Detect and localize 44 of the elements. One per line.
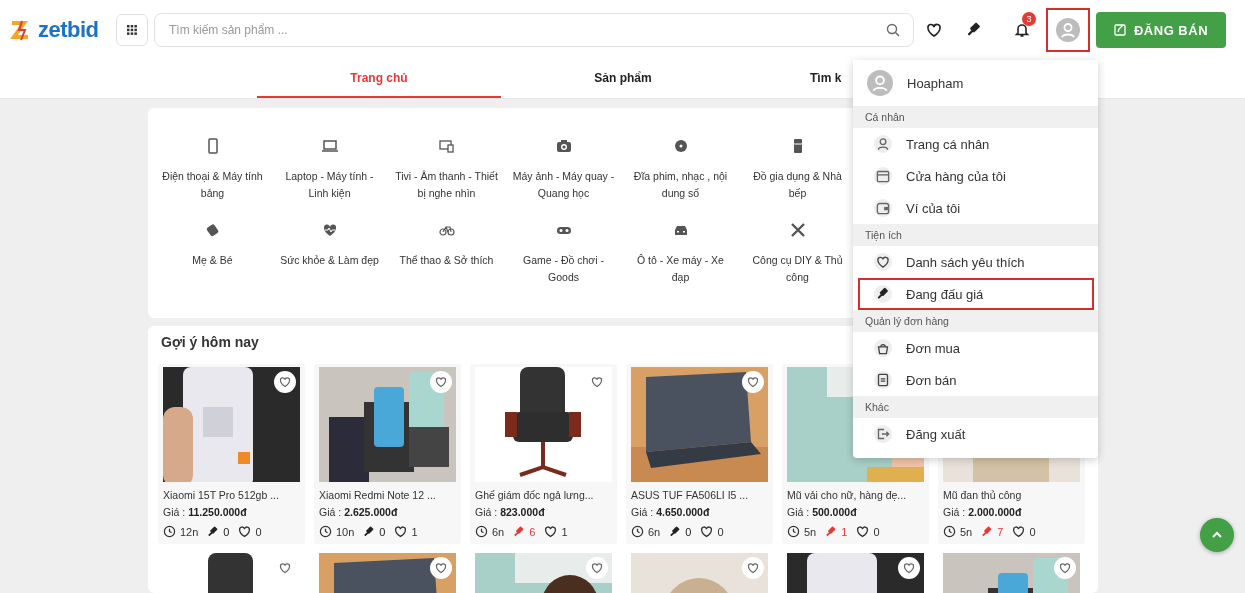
bid-count: 0 xyxy=(379,525,386,538)
product-name: Mũ vải cho nữ, hàng đẹ... xyxy=(787,489,908,501)
bid-count: 6 xyxy=(529,525,536,538)
price-value: 2.000.000đ xyxy=(968,506,1022,518)
price-label: Giá : xyxy=(631,506,654,518)
time-left: 6n xyxy=(492,525,505,538)
bid-count: 7 xyxy=(997,525,1004,538)
price-value: 11.250.000đ xyxy=(188,506,247,518)
like-count: 0 xyxy=(717,525,724,538)
like-count: 1 xyxy=(411,525,418,538)
notification-badge: 3 xyxy=(1022,12,1036,26)
bid-count: 0 xyxy=(685,525,692,538)
like-count: 0 xyxy=(873,525,880,538)
price-label: Giá : xyxy=(475,506,498,518)
menu-section-header: Quản lý đơn hàng xyxy=(853,310,1098,332)
like-count: 0 xyxy=(255,525,262,538)
menu-section-header: Khác xyxy=(853,396,1098,418)
time-left: 5n xyxy=(804,525,817,538)
logo-text: zetbid xyxy=(38,17,99,43)
price-value: 823.000đ xyxy=(500,506,545,518)
product-name: ASUS TUF FA506LI I5 ... xyxy=(631,489,750,501)
bid-count: 0 xyxy=(223,525,230,538)
price-label: Giá : xyxy=(319,506,342,518)
product-name: Ghế giám đốc ngả lưng... xyxy=(475,489,595,501)
product-name: Mũ đan thủ công xyxy=(943,489,1023,501)
product-name: Xiaomi 15T Pro 512gb ... xyxy=(163,489,280,501)
product-name: Xiaomi Redmi Note 12 ... xyxy=(319,489,437,501)
menu-section-header: Tiện ích xyxy=(853,224,1098,246)
price-value: 2.625.000đ xyxy=(344,506,398,518)
time-left: 6n xyxy=(648,525,661,538)
time-left: 12n xyxy=(180,525,199,538)
section-title: Gợi ý hôm nay xyxy=(161,334,259,350)
time-left: 10n xyxy=(336,525,355,538)
user-name: Hoapham xyxy=(907,75,964,91)
menu-section-header: Cá nhân xyxy=(853,106,1098,128)
like-count: 0 xyxy=(1029,525,1036,538)
like-count: 1 xyxy=(561,525,568,538)
price-label: Giá : xyxy=(787,506,810,518)
time-left: 5n xyxy=(960,525,973,538)
price-label: Giá : xyxy=(163,506,186,518)
bid-count: 1 xyxy=(841,525,848,538)
price-value: 500.000đ xyxy=(812,506,857,518)
price-value: 4.650.000đ xyxy=(656,506,710,518)
price-label: Giá : xyxy=(943,506,966,518)
